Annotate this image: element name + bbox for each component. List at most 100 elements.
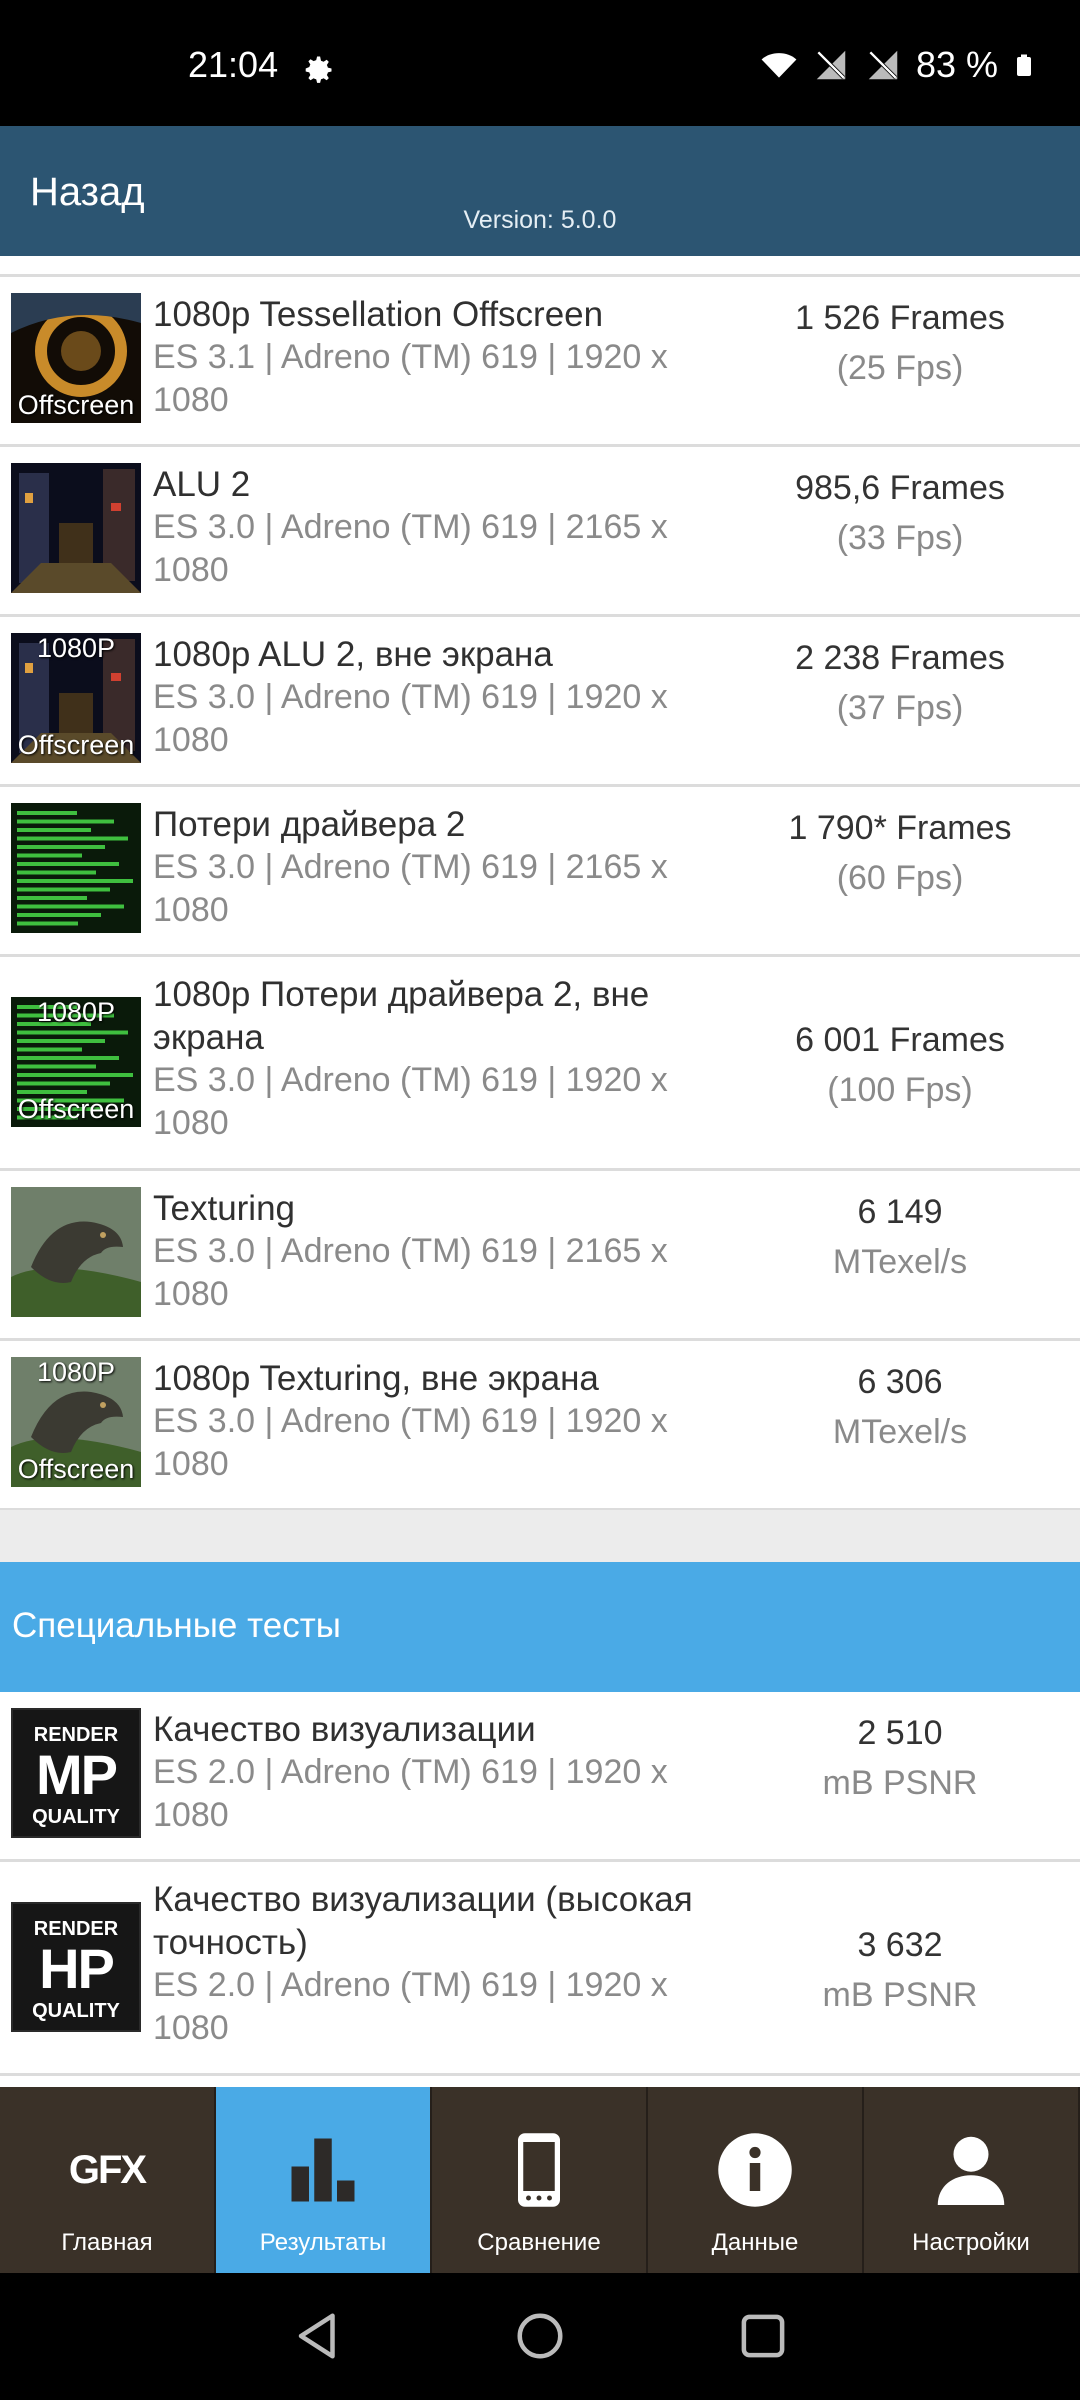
score-unit: mB PSNR bbox=[822, 1764, 978, 1802]
result-row[interactable]: ALU 2 ES 3.0 | Adreno (TM) 619 | 2165 x 1… bbox=[0, 447, 1080, 617]
info-icon bbox=[710, 2125, 800, 2215]
result-row[interactable]: RENDER MP QUALITY Качество визуализации ES 2… bbox=[0, 1692, 1080, 1862]
test-score: 985,6 Frames (33 Fps) bbox=[740, 463, 1060, 563]
no-signal-icon bbox=[816, 50, 846, 80]
test-info: 1080p ALU 2, вне экрана ES 3.0 | Adreno (… bbox=[153, 633, 723, 762]
version-label: Version: 5.0.0 bbox=[463, 206, 617, 234]
battery-icon bbox=[1017, 54, 1031, 76]
test-title: Texturing bbox=[153, 1189, 296, 1228]
test-score: 6 149 MTexel/s bbox=[740, 1187, 1060, 1287]
tab-phone[interactable]: Сравнение bbox=[432, 2087, 648, 2273]
score-value: 6 001 Frames bbox=[795, 1021, 1005, 1059]
score-unit: (60 Fps) bbox=[836, 859, 964, 897]
test-info: 1080p Потери драйвера 2, вне экрана ES 3.… bbox=[153, 973, 723, 1145]
thumb-bottom-label: Offscreen bbox=[17, 1454, 135, 1484]
settings-gear-icon bbox=[305, 56, 332, 83]
system-nav-bar bbox=[0, 2273, 1080, 2400]
score-unit: (100 Fps) bbox=[827, 1071, 973, 1109]
score-unit: (37 Fps) bbox=[836, 689, 964, 727]
badge-mid-text: HP bbox=[39, 1937, 115, 2000]
test-thumbnail: 1080P Offscreen bbox=[11, 1357, 141, 1487]
tab-label: Данные bbox=[711, 2229, 799, 2256]
result-row[interactable]: 1080P Offscreen 1080p Texturing, вне экран… bbox=[0, 1341, 1080, 1511]
test-score: 1 790* Frames (60 Fps) bbox=[740, 803, 1060, 903]
tab-bar-chart[interactable]: Результаты bbox=[216, 2087, 432, 2273]
test-thumbnail bbox=[11, 1187, 141, 1317]
section-header-special: Специальные тесты bbox=[0, 1562, 1080, 1692]
test-thumbnail bbox=[11, 463, 141, 593]
thumb-bottom-label: Offscreen bbox=[17, 390, 135, 420]
tab-info[interactable]: Данные bbox=[648, 2087, 864, 2273]
tab-label: Сравнение bbox=[477, 2229, 601, 2256]
recents-nav-icon[interactable] bbox=[736, 2309, 790, 2363]
test-info: Качество визуализации ES 2.0 | Adreno (TM… bbox=[153, 1708, 723, 1837]
special-list[interactable]: RENDER MP QUALITY Качество визуализации ES 2… bbox=[0, 1692, 1080, 2076]
score-value: 6 306 bbox=[857, 1363, 943, 1401]
tab-gfx-logo[interactable]: GFX Главная bbox=[0, 2087, 216, 2273]
bar-chart-icon bbox=[278, 2125, 368, 2215]
test-details: ES 3.0 | Adreno (TM) 619 | 1920 x 1080 bbox=[153, 1402, 668, 1483]
status-bar: 21:04 83 % bbox=[0, 0, 1080, 126]
test-score: 6 306 MTexel/s bbox=[740, 1357, 1060, 1457]
score-value: 1 790* Frames bbox=[788, 809, 1012, 847]
test-score: 1 526 Frames (25 Fps) bbox=[740, 293, 1060, 393]
render-quality-badge: RENDER MP QUALITY bbox=[11, 1708, 141, 1838]
test-info: ALU 2 ES 3.0 | Adreno (TM) 619 | 2165 x 1… bbox=[153, 463, 723, 592]
test-info: Потери драйвера 2 ES 3.0 | Adreno (TM) 61… bbox=[153, 803, 723, 932]
test-info: 1080p Texturing, вне экрана ES 3.0 | Adre… bbox=[153, 1357, 723, 1486]
score-value: 985,6 Frames bbox=[795, 469, 1005, 507]
home-nav-icon[interactable] bbox=[513, 2309, 567, 2363]
test-title: 1080p Tessellation Offscreen bbox=[153, 295, 604, 334]
thumb-bottom-label: Offscreen bbox=[17, 730, 135, 760]
score-unit: MTexel/s bbox=[832, 1413, 968, 1451]
tab-label: Результаты bbox=[259, 2229, 387, 2256]
back-nav-icon[interactable] bbox=[292, 2309, 346, 2363]
battery-percent: 83 % bbox=[915, 44, 998, 85]
score-value: 6 149 bbox=[857, 1193, 943, 1231]
score-unit: (33 Fps) bbox=[836, 519, 964, 557]
test-title: Качество визуализации bbox=[153, 1710, 536, 1749]
test-title: Качество визуализации (высокая точность) bbox=[153, 1880, 693, 1962]
test-score: 6 001 Frames (100 Fps) bbox=[740, 1015, 1060, 1115]
result-row[interactable]: RENDER HP QUALITY Качество визуализации (вы… bbox=[0, 1862, 1080, 2076]
test-details: ES 2.0 | Adreno (TM) 619 | 1920 x 1080 bbox=[153, 1753, 668, 1834]
test-details: ES 2.0 | Adreno (TM) 619 | 1920 x 1080 bbox=[153, 1966, 668, 2047]
phone-icon bbox=[494, 2125, 584, 2215]
test-score: 2 510 mB PSNR bbox=[740, 1708, 1060, 1808]
test-title: ALU 2 bbox=[153, 465, 251, 504]
score-unit: (25 Fps) bbox=[836, 349, 964, 387]
test-score: 3 632 mB PSNR bbox=[740, 1920, 1060, 2020]
result-row[interactable]: Texturing ES 3.0 | Adreno (TM) 619 | 2165… bbox=[0, 1171, 1080, 1341]
app-bar: Назад Version: 5.0.0 bbox=[0, 126, 1080, 256]
test-title: Потери драйвера 2 bbox=[153, 805, 466, 844]
test-details: ES 3.0 | Adreno (TM) 619 | 2165 x 1080 bbox=[153, 848, 668, 929]
test-title: 1080p Texturing, вне экрана bbox=[153, 1359, 599, 1398]
tab-label: Настройки bbox=[912, 2229, 1030, 2256]
result-row[interactable]: Потери драйвера 2 ES 3.0 | Adreno (TM) 61… bbox=[0, 787, 1080, 957]
test-details: ES 3.1 | Adreno (TM) 619 | 1920 x 1080 bbox=[153, 338, 668, 419]
score-value: 1 526 Frames bbox=[795, 299, 1005, 337]
test-details: ES 3.0 | Adreno (TM) 619 | 1920 x 1080 bbox=[153, 1061, 668, 1142]
render-quality-badge: RENDER HP QUALITY bbox=[11, 1902, 141, 2032]
test-thumbnail bbox=[11, 803, 141, 933]
test-score: 2 238 Frames (37 Fps) bbox=[740, 633, 1060, 733]
tab-user[interactable]: Настройки bbox=[864, 2087, 1080, 2273]
score-unit: mB PSNR bbox=[822, 1976, 978, 2014]
gfx-logo-icon: GFX bbox=[62, 2125, 152, 2215]
result-row[interactable]: 1080P Offscreen 1080p Потери драйвера 2, в… bbox=[0, 957, 1080, 1171]
badge-bottom-text: QUALITY bbox=[32, 1806, 120, 1828]
test-details: ES 3.0 | Adreno (TM) 619 | 1920 x 1080 bbox=[153, 678, 668, 759]
test-thumbnail: 1080P Offscreen bbox=[11, 997, 141, 1127]
thumb-top-label: 1080P bbox=[36, 633, 116, 663]
section-title: Специальные тесты bbox=[12, 1606, 341, 1645]
wifi-icon bbox=[761, 53, 797, 78]
result-row[interactable]: Offscreen 1080p Tessellation Offscreen ES … bbox=[0, 277, 1080, 447]
section-gap bbox=[0, 1510, 1080, 1562]
results-list[interactable]: Offscreen 1080p Tessellation Offscreen ES … bbox=[0, 256, 1080, 1511]
test-info: 1080p Tessellation Offscreen ES 3.1 | Adr… bbox=[153, 293, 723, 422]
test-info: Качество визуализации (высокая точность)… bbox=[153, 1878, 723, 2050]
test-title: 1080p ALU 2, вне экрана bbox=[153, 635, 553, 674]
test-info: Texturing ES 3.0 | Adreno (TM) 619 | 2165… bbox=[153, 1187, 723, 1316]
result-row[interactable]: 1080P Offscreen 1080p ALU 2, вне экрана ES … bbox=[0, 617, 1080, 787]
score-value: 3 632 bbox=[857, 1926, 943, 1964]
